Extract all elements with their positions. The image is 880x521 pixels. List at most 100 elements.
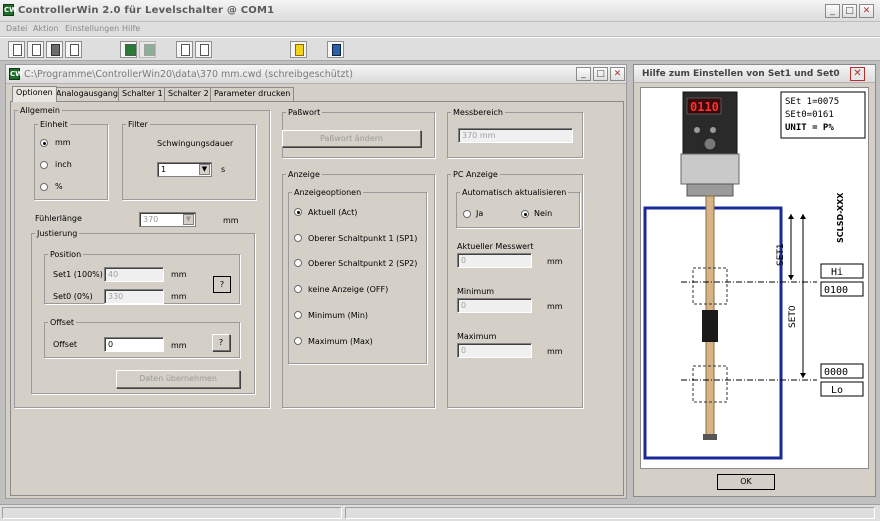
chevron-down-icon[interactable]: ▼ [183,214,194,225]
document-title: C:\Programme\ControllerWin20\data\370 mm… [24,69,353,80]
position-legend: Position [50,250,82,259]
auto-aktualisieren-group: Automatisch aktualisieren [456,188,580,228]
device-button-2 [710,127,716,133]
schwingungsdauer-label: Schwingungsdauer [157,139,234,148]
radio-ja[interactable] [463,210,471,218]
download-icon[interactable] [195,41,212,58]
offset-input[interactable]: 0 [104,337,164,352]
controllerwin-icon: CW [3,4,17,16]
minimum-label: Minimum [457,287,495,296]
ok-button[interactable]: OK [717,474,775,490]
lcd-100-text: 0100 [824,285,848,296]
auto-aktualisieren-legend: Automatisch aktualisieren [462,188,567,197]
menu-hilfe[interactable]: Hilfe [122,24,140,33]
menu-datei[interactable]: Datei [6,24,27,33]
passwort-legend: Paßwort [288,108,321,117]
device-button-1 [694,127,700,133]
menu-aktion[interactable]: Aktion [33,24,58,33]
window-title: ControllerWin 2.0 für Levelschalter @ CO… [18,5,275,16]
device-thread [686,183,734,197]
justierung-legend: Justierung [37,229,78,238]
device-display-value: 0110 [690,100,719,114]
set1-label: Set1 (100%) [53,270,103,279]
tab-schalter-1[interactable]: Schalter 1 [118,87,167,101]
schwingungsdauer-select[interactable]: 1 ▼ [157,162,212,177]
offset-help-button[interactable]: ? [212,334,230,351]
minimum-field: 0 [457,298,532,313]
connect-icon[interactable] [120,41,137,58]
position-help-button[interactable]: ? [213,276,231,293]
doc-close-button[interactable]: ✕ [610,67,625,81]
legend-line-1: SEt 1=0075 [785,97,839,107]
lcd-hi-text: Hi [831,267,843,278]
help-icon[interactable] [290,41,307,58]
toolbar [0,37,880,61]
daten-uebernehmen-button[interactable]: Daten übernehmen [116,370,240,388]
aktueller-messwert-label: Aktueller Messwert [457,242,534,251]
minimize-button[interactable]: _ [825,4,840,18]
radio-sp1[interactable] [294,234,302,242]
radio-sp2[interactable] [294,259,302,267]
print-icon[interactable] [65,41,82,58]
title-bar: CW ControllerWin 2.0 für Levelschalter @… [0,0,880,22]
radio-ja-label: Ja [476,209,484,218]
filter-legend: Filter [128,120,148,129]
open-file-icon[interactable] [27,41,44,58]
help-title: Hilfe zum Einstellen von Set1 und Set0 [642,69,840,79]
tab-schalter-2[interactable]: Schalter 2 [164,87,213,101]
radio-sp2-label: Oberer Schaltpunkt 2 (SP2) [308,259,418,268]
document-title-bar: CW C:\Programme\ControllerWin20\data\370… [6,65,626,84]
probe-float [702,310,718,342]
radio-min[interactable] [294,311,302,319]
fuehlerlaenge-select[interactable]: 370 ▼ [139,212,196,227]
new-file-icon[interactable] [8,41,25,58]
arrow-down-icon [800,373,806,378]
radio-percent[interactable] [40,183,48,191]
tab-analogausgang[interactable]: Analogausgang [52,87,122,101]
save-icon[interactable] [46,41,63,58]
maximum-unit: mm [547,347,563,356]
document-icon: CW [9,68,23,80]
arrow-up-icon [800,214,806,219]
menu-einstellungen[interactable]: Einstellungen [65,24,119,33]
help-close-button[interactable]: ✕ [850,67,865,81]
radio-aktuell[interactable] [294,208,302,216]
set0-input[interactable]: 330 [104,289,164,304]
radio-aktuell-label: Aktuell (Act) [308,208,358,217]
tab-parameter-drucken[interactable]: Parameter drucken [210,87,295,101]
status-pane-1 [2,507,342,519]
set1-label: SET1 [776,243,786,266]
close-button[interactable]: ✕ [859,4,874,18]
legend-line-3: UNIT = P% [785,123,834,133]
disconnect-icon[interactable] [139,41,156,58]
chevron-down-icon[interactable]: ▼ [199,164,210,175]
upload-icon[interactable] [176,41,193,58]
doc-maximize-button[interactable]: □ [593,67,608,81]
messbereich-legend: Messbereich [453,108,503,117]
legend-line-2: SEt0=0161 [785,110,834,120]
document-window: CW C:\Programme\ControllerWin20\data\370… [5,64,627,499]
passwort-aendern-button[interactable]: Paßwort ändern [282,130,421,147]
radio-nein[interactable] [521,210,529,218]
doc-minimize-button[interactable]: _ [576,67,591,81]
einheit-legend: Einheit [40,120,68,129]
radio-max-label: Maximum (Max) [308,337,373,346]
set1-input[interactable]: 40 [104,267,164,282]
arrow-down-icon [788,275,794,280]
messbereich-field: 370 mm [458,128,573,143]
set0-unit: mm [171,292,187,301]
tab-optionen[interactable]: Optionen [12,86,57,102]
radio-off[interactable] [294,285,302,293]
radio-percent-label: % [55,182,63,191]
schwingungsdauer-unit: s [221,165,226,174]
radio-max[interactable] [294,337,302,345]
radio-sp1-label: Oberer Schaltpunkt 1 (SP1) [308,234,418,243]
maximum-field: 0 [457,343,532,358]
radio-mm[interactable] [40,139,48,147]
radio-inch[interactable] [40,161,48,169]
offset-legend: Offset [50,318,75,327]
maximize-button[interactable]: □ [842,4,857,18]
model-label: SCLSD-XXX [836,192,845,243]
maximum-label: Maximum [457,332,497,341]
info-icon[interactable] [327,41,344,58]
